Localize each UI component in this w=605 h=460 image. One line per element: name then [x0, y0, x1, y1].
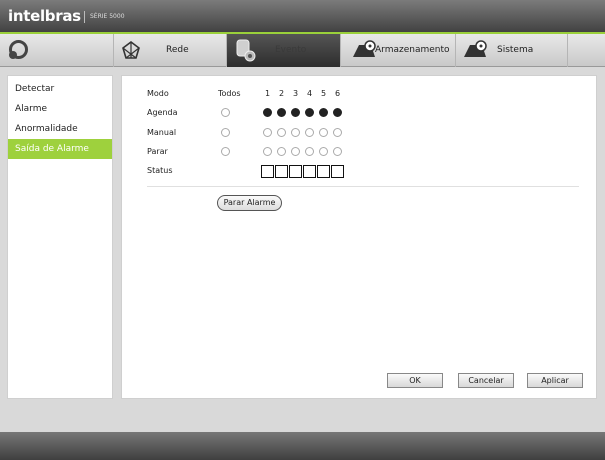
parar-channel-radio[interactable]	[305, 147, 314, 156]
status-label: Status	[147, 166, 173, 175]
manual-channel-radio[interactable]	[319, 128, 328, 137]
ok-button[interactable]: OK	[387, 373, 443, 388]
agenda-label: Agenda	[147, 108, 178, 117]
manual-all-radio[interactable]	[221, 128, 230, 137]
status-bar	[0, 432, 605, 460]
agenda-channel-radio[interactable]	[319, 108, 328, 117]
storage-icon	[353, 40, 376, 57]
series-label: SÉRIE 5000	[90, 13, 125, 20]
agenda-channel-radio[interactable]	[263, 108, 272, 117]
cancel-button[interactable]: Cancelar	[458, 373, 514, 388]
status-indicator	[275, 165, 288, 178]
manual-channel-radio[interactable]	[263, 128, 272, 137]
nav-item-armazenamento[interactable]: Armazenamento	[340, 34, 455, 67]
home-icon	[9, 40, 28, 59]
title-bar: intelbras SÉRIE 5000	[0, 0, 605, 34]
alarm-output-panel: Modo Todos 1 2 3 4 5 6 Agenda Manual Par…	[121, 75, 597, 399]
channel-header: 2	[279, 89, 285, 98]
parar-channel-radio[interactable]	[333, 147, 342, 156]
channel-header: 5	[321, 89, 327, 98]
nav-item-label: Evento	[275, 45, 307, 55]
stop-alarm-button[interactable]: Parar Alarme	[217, 195, 282, 211]
parar-label: Parar	[147, 147, 168, 156]
channel-header: 6	[335, 89, 341, 98]
parar-channel-radio[interactable]	[319, 147, 328, 156]
manual-label: Manual	[147, 128, 177, 137]
channel-header: 4	[307, 89, 313, 98]
nav-item-sistema[interactable]: Sistema	[455, 34, 568, 67]
parar-channel-radio[interactable]	[291, 147, 300, 156]
apply-button[interactable]: Aplicar	[527, 373, 583, 388]
channel-header: 3	[293, 89, 299, 98]
agenda-channel-radio[interactable]	[291, 108, 300, 117]
manual-channel-radio[interactable]	[291, 128, 300, 137]
mode-header: Modo	[147, 89, 169, 98]
manual-channel-radio[interactable]	[305, 128, 314, 137]
sidebar-item-saida-de-alarme[interactable]: Saída de Alarme	[8, 139, 112, 159]
status-indicator	[261, 165, 274, 178]
status-indicator	[317, 165, 330, 178]
parar-channel-radio[interactable]	[263, 147, 272, 156]
nav-item-evento[interactable]: Evento	[226, 34, 340, 67]
nav-item-label: Rede	[166, 45, 189, 55]
status-indicator	[289, 165, 302, 178]
parar-all-radio[interactable]	[221, 147, 230, 156]
nav-item-rede[interactable]: Rede	[113, 34, 226, 67]
sidebar-item-detectar[interactable]: Detectar	[8, 79, 112, 99]
agenda-all-radio[interactable]	[221, 108, 230, 117]
logo-divider	[84, 11, 85, 23]
network-icon	[122, 41, 140, 59]
agenda-channel-radio[interactable]	[333, 108, 342, 117]
sidebar-item-anormalidade[interactable]: Anormalidade	[8, 119, 112, 139]
parar-channel-radio[interactable]	[277, 147, 286, 156]
home-button[interactable]	[0, 34, 113, 67]
status-indicator	[303, 165, 316, 178]
brand-logo: intelbras	[8, 7, 81, 25]
all-header: Todos	[218, 89, 241, 98]
status-indicator	[331, 165, 344, 178]
main-nav: Rede Evento Armazenamento Sistema	[0, 34, 605, 67]
nav-item-label: Armazenamento	[375, 45, 450, 55]
system-icon	[464, 40, 487, 57]
nav-item-label: Sistema	[497, 45, 534, 55]
manual-channel-radio[interactable]	[333, 128, 342, 137]
event-icon	[236, 39, 256, 62]
agenda-channel-radio[interactable]	[277, 108, 286, 117]
sidebar-item-alarme[interactable]: Alarme	[8, 99, 112, 119]
section-divider	[147, 186, 579, 187]
manual-channel-radio[interactable]	[277, 128, 286, 137]
agenda-channel-radio[interactable]	[305, 108, 314, 117]
channel-header: 1	[265, 89, 271, 98]
sidebar: Detectar Alarme Anormalidade Saída de Al…	[7, 75, 113, 399]
